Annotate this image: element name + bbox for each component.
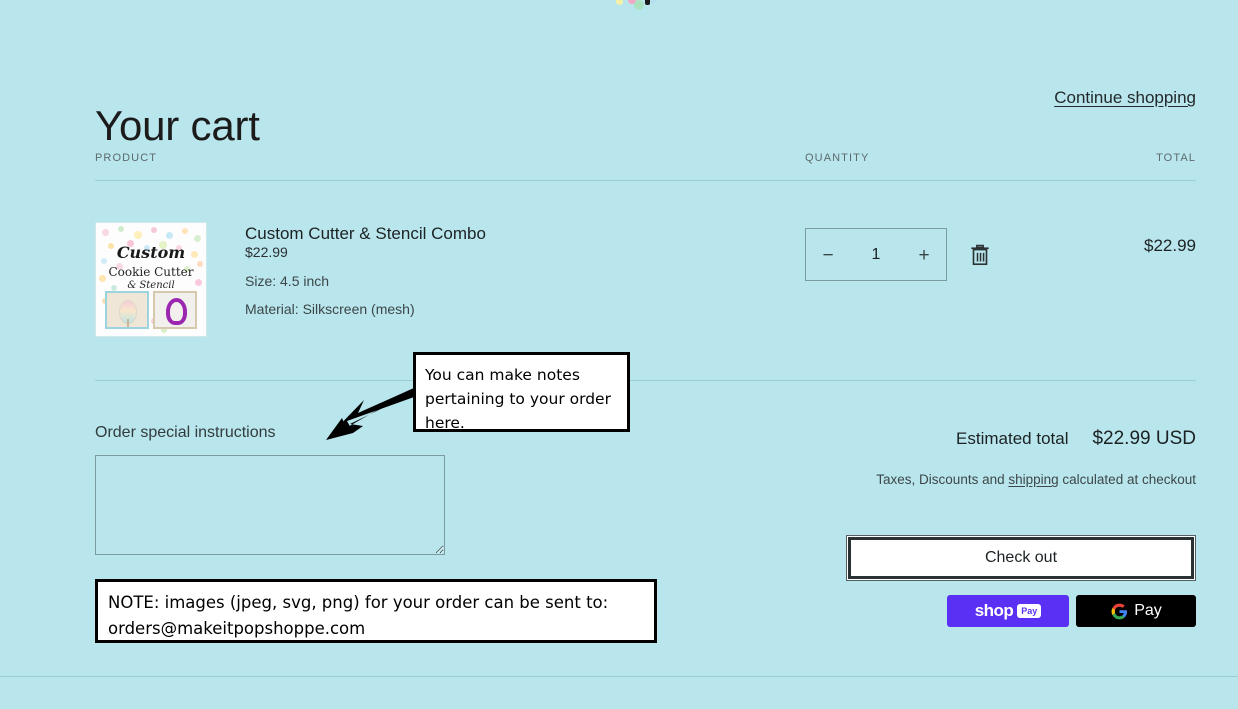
- shop-pay-wordmark: shop: [974, 601, 1014, 620]
- product-details: Custom Cutter & Stencil Combo $22.99 Siz…: [245, 224, 765, 329]
- product-thumbnail[interactable]: Custom Cookie Cutter & Stencil: [95, 222, 207, 337]
- column-header-total: TOTAL: [1156, 152, 1196, 164]
- product-option-material: Material: Silkscreen (mesh): [245, 301, 415, 317]
- tax-note-prefix: Taxes, Discounts and: [876, 472, 1009, 487]
- remove-item-button[interactable]: [967, 242, 993, 268]
- cart-header: Your cart Continue shopping: [95, 70, 1196, 149]
- site-logo-partial: [0, 0, 1238, 10]
- trash-icon: [971, 244, 989, 266]
- thumbnail-line3: & Stencil: [127, 280, 175, 291]
- checkout-button[interactable]: Check out: [846, 535, 1196, 581]
- quantity-input[interactable]: [852, 244, 900, 265]
- shop-pay-button[interactable]: shop Pay: [947, 595, 1069, 627]
- column-header-product: PRODUCT: [95, 152, 158, 164]
- estimated-total-value: $22.99 USD: [1092, 428, 1196, 449]
- quantity-stepper[interactable]: − +: [805, 228, 947, 281]
- quantity-increase-button[interactable]: +: [902, 229, 946, 280]
- table-row: Custom Cookie Cutter & Stencil Custom Cu…: [95, 222, 1196, 342]
- footer-divider: [0, 676, 1238, 677]
- divider-middle: [95, 380, 1196, 381]
- continue-shopping-link[interactable]: Continue shopping: [1054, 88, 1196, 108]
- estimated-total-label: Estimated total: [956, 429, 1069, 448]
- order-totals: Estimated total $22.99 USD Taxes, Discou…: [836, 428, 1196, 489]
- order-instructions-label: Order special instructions: [95, 424, 276, 441]
- shipping-link[interactable]: shipping: [1008, 472, 1058, 487]
- shop-pay-badge: Pay: [1017, 604, 1042, 618]
- note-line-1: NOTE: images (jpeg, svg, png) for your o…: [108, 593, 609, 612]
- google-pay-button[interactable]: Pay: [1076, 595, 1196, 627]
- thumbnail-line2: Cookie Cutter: [108, 265, 194, 279]
- google-pay-wordmark: Pay: [1134, 602, 1162, 619]
- tax-disclaimer: Taxes, Discounts and shipping calculated…: [836, 470, 1196, 489]
- quantity-decrease-button[interactable]: −: [806, 229, 850, 280]
- cart-page: Your cart Continue shopping PRODUCT QUAN…: [0, 0, 1238, 709]
- column-header-quantity: QUANTITY: [805, 152, 870, 164]
- thumbnail-script-text: Custom: [116, 243, 186, 262]
- product-title-link[interactable]: Custom Cutter & Stencil Combo: [245, 224, 486, 243]
- estimated-total-row: Estimated total $22.99 USD: [836, 428, 1196, 450]
- cart-table-header: PRODUCT QUANTITY TOTAL: [95, 152, 1196, 168]
- annotation-callout-notes: You can make notes pertaining to your or…: [413, 352, 630, 432]
- tax-note-suffix: calculated at checkout: [1058, 472, 1196, 487]
- google-g-icon: [1111, 603, 1128, 619]
- product-option-size: Size: 4.5 inch: [245, 273, 330, 289]
- annotation-note-email: NOTE: images (jpeg, svg, png) for your o…: [95, 579, 657, 643]
- thumbnail-photo-cookie: [105, 291, 149, 329]
- note-line-2: orders@makeitpopshoppe.com: [108, 619, 366, 638]
- line-item-total: $22.99: [1144, 236, 1196, 255]
- order-instructions-textarea[interactable]: [95, 455, 445, 555]
- page-title: Your cart: [95, 102, 260, 150]
- thumbnail-image: Custom Cookie Cutter & Stencil: [96, 223, 206, 336]
- product-unit-price: $22.99: [245, 244, 288, 260]
- logo-confetti-blob: [614, 0, 658, 10]
- divider-top: [95, 180, 1196, 181]
- thumbnail-photo-cutter: [153, 291, 197, 329]
